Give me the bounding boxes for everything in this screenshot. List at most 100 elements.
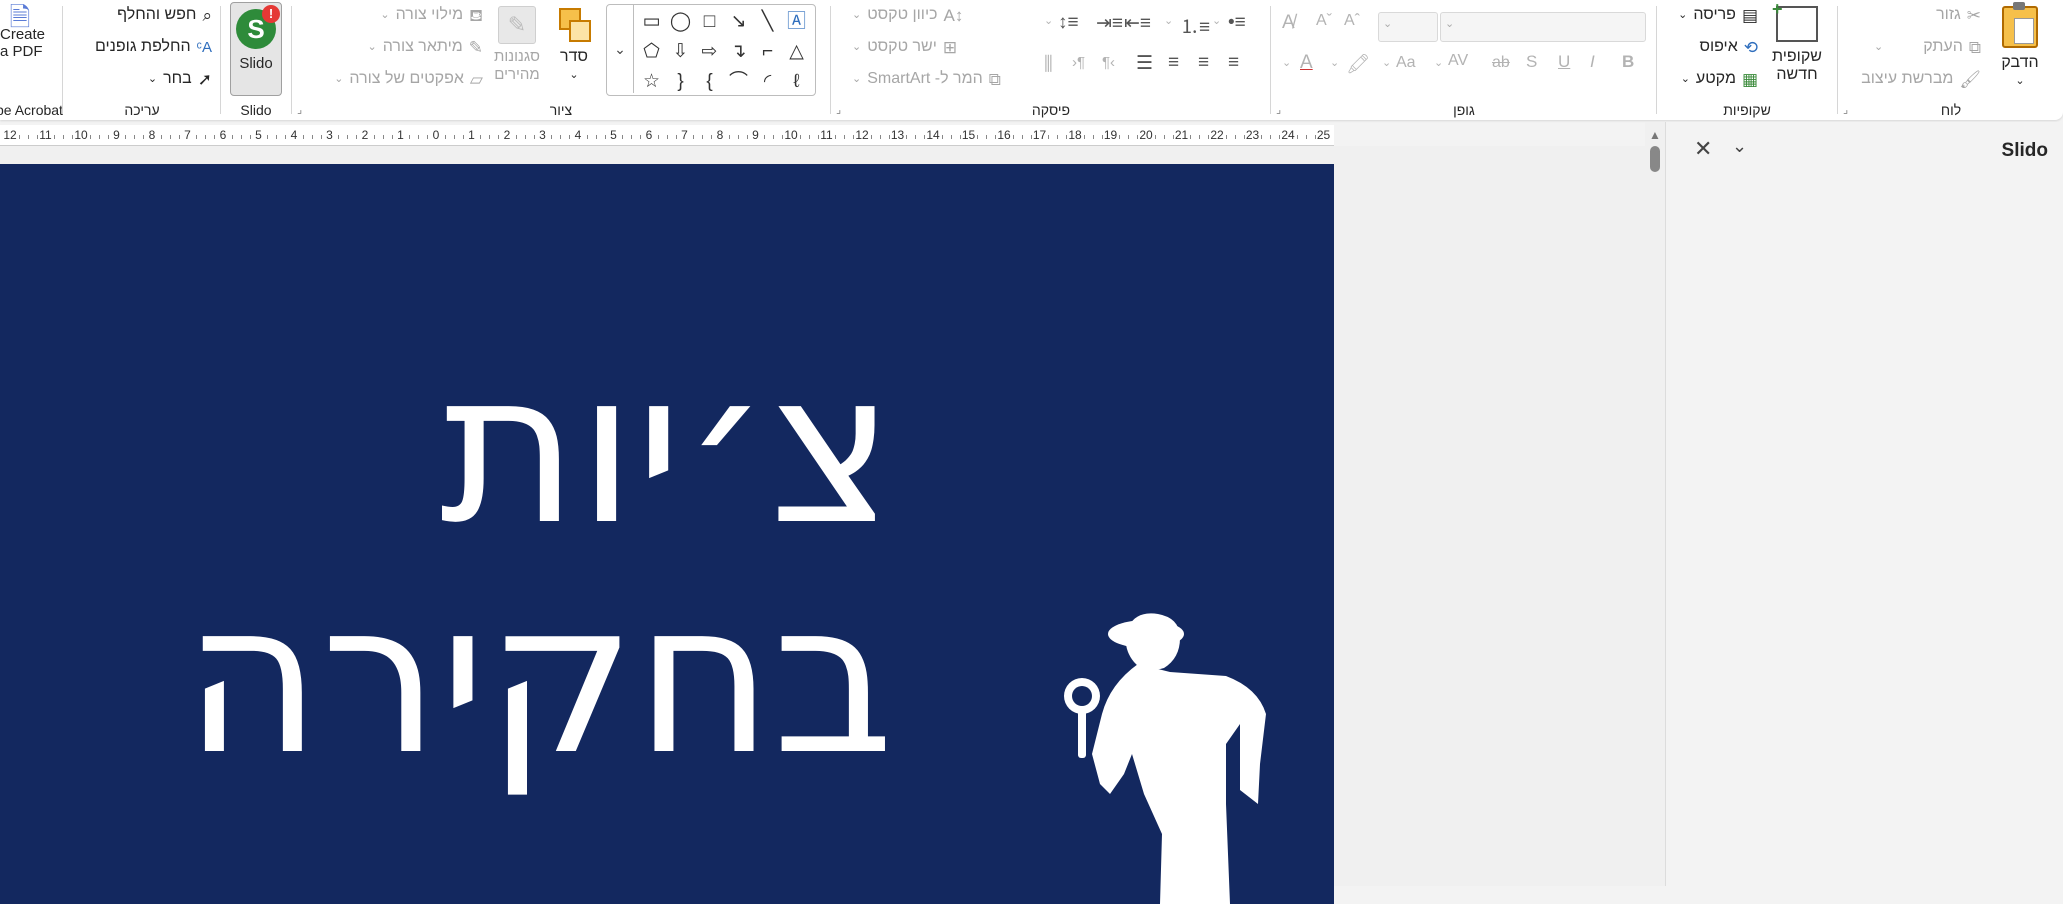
text-shadow-icon[interactable]: S [1526,52,1537,72]
columns-icon[interactable]: ⫼ [1044,54,1053,76]
ruler-minor-tick [143,135,145,139]
justify-icon[interactable]: ☰ [1136,52,1153,75]
star-icon[interactable]: ☆ [637,67,666,97]
rectangle-icon[interactable]: □ [695,7,724,37]
scroll-up-icon[interactable]: ▲ [1649,128,1661,142]
chevron-down-icon: ⌄ [1678,8,1688,21]
replace-fonts-button[interactable]: ᶜA החלפת גופנים [95,38,212,56]
scrollbar-thumb[interactable] [1650,146,1660,172]
elbow-connector-icon[interactable]: ⌐ [753,37,782,67]
shape-effects-button[interactable]: ▱ אפקטים של צורה ⌄ [313,70,483,88]
right-arrow-icon[interactable]: ⇨ [695,37,724,67]
layout-button[interactable]: ▤ פריסה ⌄ [1678,6,1758,24]
chevron-down-icon[interactable]: ⌄ [1044,14,1053,27]
dialog-launcher-icon[interactable]: ⌟ [1276,103,1281,116]
group-font: A̸ Aˇ Aˆ ⌄ ⌄ ⌄ A ⌄ 🖍 ⌄ Aa ⌄ AV ab S U I … [1272,0,1656,120]
ruler-minor-tick [338,135,340,139]
dialog-launcher-icon[interactable]: ⌟ [1843,103,1848,116]
horizontal-ruler[interactable]: 12 11 10 9 8 7 6 5 4 3 2 1 0 1 2 3 4 5 6 7 8 9 10 11 12 13 14 15 16 1… [0,125,1334,146]
decrease-font-icon[interactable]: Aˇ [1316,12,1332,30]
font-color-icon[interactable]: A [1300,52,1313,74]
slido-button[interactable]: S ! Slido [230,2,282,96]
strikethrough-icon[interactable]: ab [1492,54,1510,72]
quick-styles-button[interactable]: ✎ סגנונות מהירים [485,6,549,84]
highlight-icon[interactable]: 🖍 [1346,52,1370,76]
cut-button[interactable]: ✂ גזור [1936,6,1981,24]
freeform-icon[interactable]: ℓ [782,67,811,97]
numbering-icon[interactable]: ⒈≡ [1180,12,1210,39]
shape-fill-button[interactable]: ⛾ מילוי צורה ⌄ [313,6,483,24]
right-brace-icon[interactable]: } [666,67,695,97]
chevron-down-icon[interactable]: ⌄ [1212,14,1221,27]
ruler-minor-tick [1119,135,1121,139]
ruler-minor-tick [1261,135,1263,139]
change-case-icon[interactable]: Aa [1396,54,1416,72]
line-spacing-icon[interactable]: ↕≡ [1058,12,1079,34]
italic-icon[interactable]: I [1590,52,1595,72]
gallery-expand-button[interactable]: ⌄ [607,5,634,93]
font-name-dropdown[interactable]: ⌄ [1440,12,1646,42]
dialog-launcher-icon[interactable]: ⌟ [297,103,302,116]
close-icon[interactable]: ✕ [1694,136,1712,162]
arc-icon[interactable]: ◜ [753,67,782,97]
text-direction-button[interactable]: ↕A כיוון טקסט ⌄ [852,6,1036,24]
vertical-scrollbar[interactable]: ▲ [1645,122,1665,886]
reset-button[interactable]: ⟲ איפוס [1699,38,1758,56]
bullets-icon[interactable]: •≡ [1228,12,1246,34]
ruler-minor-tick [941,135,943,139]
line-icon[interactable]: ╲ [753,7,782,37]
character-spacing-icon[interactable]: AV [1448,52,1468,70]
find-replace-button[interactable]: ⌕ חפש והחלף [117,6,212,24]
chevron-down-icon[interactable]: ⌄ [1382,56,1391,69]
font-size-dropdown[interactable]: ⌄ [1378,12,1438,42]
arrange-button[interactable]: סדר ⌄ [551,6,597,84]
bold-icon[interactable]: B [1622,52,1634,72]
align-right-icon[interactable]: ≡ [1228,52,1239,74]
down-arrow-icon[interactable]: ⇩ [666,37,695,67]
shape-outline-button[interactable]: ✎ מיתאר צורה ⌄ [313,38,483,56]
dialog-launcher-icon[interactable]: ⌟ [836,103,841,116]
rtl-icon[interactable]: ¶‹ [1102,54,1115,71]
align-text-button[interactable]: ⊞ ישר טקסט ⌄ [852,38,1036,56]
slide-title-line-2[interactable]: בחקירה [184,574,894,784]
slide-editing-area[interactable]: צ׳יות בחקירה [0,146,1645,904]
new-slide-button[interactable]: + שקופית חדשה [1764,0,1830,84]
curve-icon[interactable]: ⌒ [724,67,753,97]
arrow-line-icon[interactable]: ↘ [724,7,753,37]
decrease-indent-icon[interactable]: ⇤≡ [1124,12,1151,35]
detective-silhouette[interactable] [1040,604,1334,904]
ltr-icon[interactable]: ›¶ [1072,54,1085,71]
triangle-icon[interactable]: △ [782,37,811,67]
chevron-down-icon[interactable]: ⌄ [1164,14,1173,27]
format-painter-button[interactable]: 🖌 מברשת עיצוב [1861,70,1981,88]
chevron-down-icon[interactable]: ⌄ [1434,56,1443,69]
select-button[interactable]: ➚ בחר ⌄ [148,70,212,88]
align-center-icon[interactable]: ≡ [1198,52,1209,74]
text-box-icon[interactable]: 🄰 [782,7,811,37]
ruler-minor-tick [1190,135,1192,139]
slide-title-line-1[interactable]: צ׳יות [440,344,894,554]
underline-icon[interactable]: U [1558,52,1570,72]
oval-icon[interactable]: ◯ [666,7,695,37]
ruler-minor-tick [391,135,393,139]
elbow-arrow-icon[interactable]: ↴ [724,37,753,67]
chevron-down-icon[interactable]: ⌄ [1282,56,1291,69]
slide[interactable]: צ׳יות בחקירה [0,164,1334,904]
chevron-down-icon: ⌄ [569,69,579,81]
clear-formatting-icon[interactable]: A̸ [1282,12,1295,34]
copy-button[interactable]: ⧉ העתק ⌄ [1874,38,1981,56]
rounded-rectangle-icon[interactable]: ▭ [637,7,666,37]
create-pdf-button[interactable]: 🗎 Create a PDF [0,4,45,60]
arrange-label: סדר [560,48,588,65]
section-button[interactable]: ▦ מקטע ⌄ [1681,70,1758,88]
chevron-down-icon[interactable]: ⌄ [1732,136,1747,157]
left-brace-icon[interactable]: { [695,67,724,97]
paste-button[interactable]: הדבק ⌄ [1991,2,2049,90]
snip-rectangle-icon[interactable]: ⬠ [637,37,666,67]
chevron-down-icon[interactable]: ⌄ [1330,56,1339,69]
align-left-icon[interactable]: ≡ [1168,52,1179,74]
increase-font-icon[interactable]: Aˆ [1344,12,1360,30]
increase-indent-icon[interactable]: ⇥≡ [1096,12,1123,35]
ruler-minor-tick [586,135,588,139]
convert-smartart-button[interactable]: ⧉ המר ל- SmartArt ⌄ [852,70,1036,88]
